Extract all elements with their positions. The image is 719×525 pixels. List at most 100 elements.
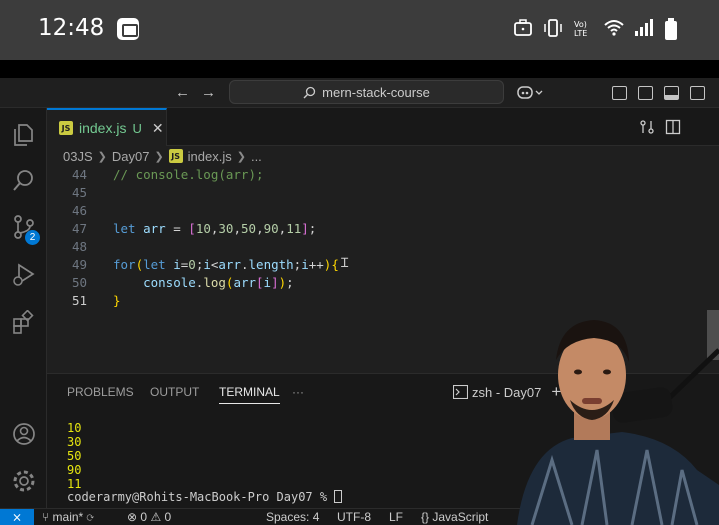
briefcase-icon <box>513 17 533 39</box>
branch-icon: ⑂ <box>42 510 50 524</box>
line-number: 44 <box>71 167 87 182</box>
language-braces-icon: {} <box>421 510 430 524</box>
volte-bottom-text: LTE <box>574 29 587 38</box>
breadcrumb-folder-day07[interactable]: Day07 <box>112 149 150 164</box>
customize-layout-icon[interactable] <box>612 86 627 100</box>
back-arrow-icon[interactable]: ← <box>175 84 190 101</box>
terminal-output-line: 50 <box>67 449 82 463</box>
code-line[interactable]: 44 // console.log(arr); <box>47 167 707 185</box>
terminal-icon <box>453 385 468 399</box>
copilot-icon[interactable] <box>516 84 544 107</box>
volte-top-text: Vo) <box>574 20 587 29</box>
indentation-indicator[interactable]: Spaces: 4 <box>266 510 319 524</box>
javascript-file-icon: JS <box>168 149 183 163</box>
code-line[interactable]: 51} <box>47 293 707 311</box>
warning-icon: ⚠ <box>150 510 162 524</box>
error-icon: ⊗ <box>127 510 138 524</box>
chevron-right-icon: ❯ <box>97 150 107 163</box>
language-indicator[interactable]: {} JavaScript <box>421 510 488 524</box>
warning-count: 0 <box>164 510 172 524</box>
code-line[interactable]: 49 for(let i=0;i<arr.length;i++){ <box>47 257 707 275</box>
eol-indicator[interactable]: LF <box>389 510 403 524</box>
code-line[interactable]: 45 <box>47 185 707 203</box>
code-line[interactable]: 50 console.log(arr[i]); <box>47 275 707 293</box>
encoding-indicator[interactable]: UTF-8 <box>337 510 371 524</box>
toggle-sidebar-icon[interactable] <box>638 86 653 100</box>
toggle-secondary-sidebar-icon[interactable] <box>690 86 705 100</box>
presenter-image <box>517 320 719 525</box>
breadcrumb-folder-03js[interactable]: 03JS <box>63 149 93 164</box>
breadcrumb-more[interactable]: ... <box>251 149 262 164</box>
code-text: for(let i=0;i<arr.length;i++){ <box>113 257 339 272</box>
code-line[interactable]: 47 let arr = [10,30,50,90,11]; <box>47 221 707 239</box>
code-line[interactable]: 48 <box>47 239 707 257</box>
line-number: 50 <box>71 275 87 290</box>
phone-clock: 12:48 <box>38 15 105 41</box>
manage-gear-icon[interactable] <box>11 468 37 494</box>
activity-bar: 2 <box>0 108 47 508</box>
terminal-output-line: 30 <box>67 435 82 449</box>
vibrate-icon <box>543 17 563 39</box>
accounts-icon[interactable] <box>11 421 37 447</box>
remote-indicator-icon[interactable]: ⨯ <box>0 509 34 525</box>
tab-untracked-status: U <box>132 120 142 136</box>
prompt-text: coderarmy@Rohits-MacBook-Pro Day07 % <box>67 490 335 504</box>
problems-indicator[interactable]: ⊗ 0 ⚠ 0 <box>127 510 171 524</box>
code-text: // console.log(arr); <box>113 167 264 182</box>
panel-more-button[interactable]: ··· <box>292 385 304 399</box>
branch-name: main* <box>52 510 84 524</box>
search-text: mern-stack-course <box>322 84 430 100</box>
code-text: let arr = [10,30,50,90,11]; <box>113 221 317 236</box>
search-icon[interactable] <box>11 168 37 194</box>
toggle-panel-icon[interactable] <box>664 86 679 100</box>
line-number: 45 <box>71 185 87 200</box>
command-center-search[interactable]: mern-stack-course <box>229 80 504 104</box>
wifi-icon <box>603 17 624 39</box>
editor-tab-bar: JS index.js U ✕ <box>47 108 719 146</box>
search-icon <box>303 86 316 98</box>
branch-indicator[interactable]: ⑂ main* ⟳ <box>42 510 94 524</box>
title-bar: ← → mern-stack-course <box>0 78 719 108</box>
video-letterbox <box>0 60 719 78</box>
tab-terminal[interactable]: TERMINAL <box>219 385 280 404</box>
tab-output[interactable]: OUTPUT <box>150 385 199 399</box>
phone-status-icons: Vo) LTE <box>513 17 683 40</box>
line-number: 51 <box>71 293 87 308</box>
line-number: 47 <box>71 221 87 236</box>
source-control-badge: 2 <box>25 230 40 245</box>
split-editor-icon[interactable] <box>665 119 681 140</box>
tab-index-js[interactable]: JS index.js U ✕ <box>47 108 167 146</box>
terminal-prompt[interactable]: coderarmy@Rohits-MacBook-Pro Day07 % <box>67 490 343 504</box>
phone-status-bar: 12:48 Vo) LTE <box>0 0 719 60</box>
close-icon[interactable]: ✕ <box>152 120 164 137</box>
open-changes-icon[interactable] <box>639 119 655 140</box>
sync-icon: ⟳ <box>86 510 94 524</box>
code-line[interactable]: 46 <box>47 203 707 221</box>
javascript-file-icon: JS <box>59 121 73 135</box>
signal-icon <box>633 17 653 39</box>
chevron-right-icon: ❯ <box>154 150 164 163</box>
battery-icon <box>663 17 683 40</box>
forward-arrow-icon[interactable]: → <box>201 84 216 101</box>
chevron-right-icon: ❯ <box>236 150 246 163</box>
mouse-ibeam-cursor: Ɪ <box>341 256 349 271</box>
run-debug-icon[interactable] <box>11 262 37 288</box>
tab-label: index.js <box>79 120 127 136</box>
line-number: 49 <box>71 257 87 272</box>
terminal-cursor <box>334 490 343 503</box>
tab-problems[interactable]: PROBLEMS <box>67 385 134 399</box>
code-text: console.log(arr[i]); <box>143 275 294 290</box>
webcam-overlay <box>512 310 719 525</box>
breadcrumb-file[interactable]: index.js <box>188 149 232 164</box>
error-count: 0 <box>140 510 148 524</box>
code-text: } <box>113 293 121 308</box>
breadcrumb: 03JS ❯ Day07 ❯ JS index.js ❯ ... <box>47 146 719 166</box>
explorer-icon[interactable] <box>11 122 37 148</box>
line-number: 48 <box>71 239 87 254</box>
extensions-icon[interactable] <box>11 309 37 336</box>
line-number: 46 <box>71 203 87 218</box>
terminal-output-line: 90 <box>67 463 82 477</box>
language-name: JavaScript <box>432 510 489 524</box>
screen-recorder-icon <box>117 18 139 40</box>
terminal-output-line: 10 <box>67 421 82 435</box>
